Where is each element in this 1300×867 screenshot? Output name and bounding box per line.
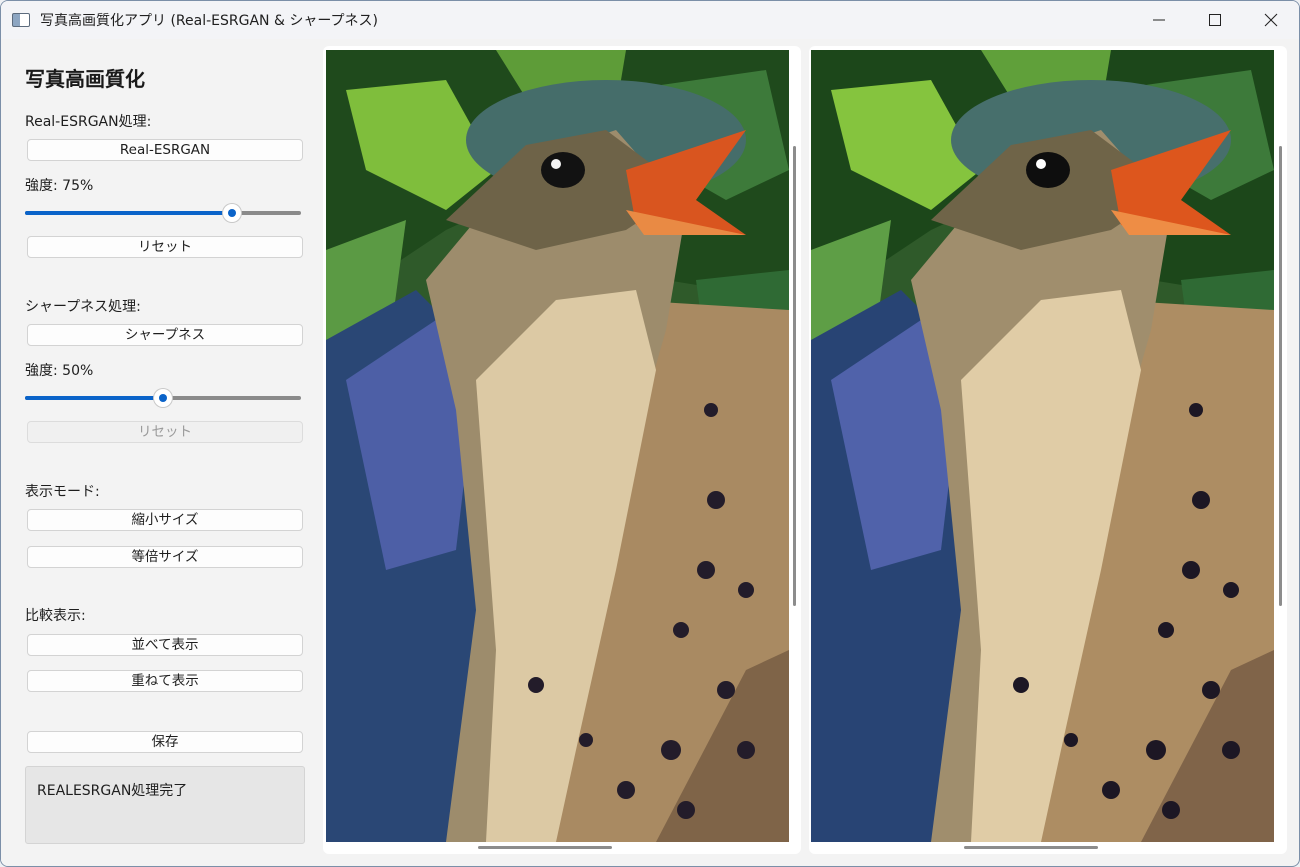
close-button[interactable]: [1243, 1, 1299, 39]
minimize-button[interactable]: [1131, 1, 1187, 39]
enhanced-photo: [811, 50, 1274, 842]
esrgan-section-label: Real-ESRGAN処理:: [25, 114, 152, 130]
enhanced-horizontal-scrollbar[interactable]: [964, 846, 1098, 849]
esrgan-strength-slider[interactable]: [25, 203, 301, 223]
sidebar-heading: 写真高画質化: [25, 67, 145, 91]
status-text: REALESRGAN処理完了: [37, 783, 188, 799]
app-icon: [12, 13, 30, 27]
sharpness-strength-label: 強度: 50%: [25, 363, 94, 379]
close-icon: [1264, 13, 1278, 27]
original-horizontal-scrollbar[interactable]: [478, 846, 612, 849]
esrgan-strength-label: 強度: 75%: [25, 178, 94, 194]
original-vertical-scrollbar[interactable]: [793, 146, 796, 606]
esrgan-slider-thumb[interactable]: [223, 204, 241, 222]
status-box: REALESRGAN処理完了: [25, 766, 305, 844]
compare-label: 比較表示:: [25, 608, 86, 624]
save-button[interactable]: 保存: [27, 731, 303, 753]
original-photo: [326, 50, 789, 842]
esrgan-reset-button[interactable]: リセット: [27, 236, 303, 258]
esrgan-button[interactable]: Real-ESRGAN: [27, 139, 303, 161]
display-mode-label: 表示モード:: [25, 484, 100, 500]
sharpness-strength-slider[interactable]: [25, 388, 301, 408]
actual-size-button[interactable]: 等倍サイズ: [27, 546, 303, 568]
maximize-icon: [1209, 14, 1221, 26]
side-by-side-button[interactable]: 並べて表示: [27, 634, 303, 656]
overlay-button[interactable]: 重ねて表示: [27, 670, 303, 692]
maximize-button[interactable]: [1187, 1, 1243, 39]
control-sidebar: 写真高画質化 Real-ESRGAN処理: Real-ESRGAN 強度: 75…: [1, 39, 317, 866]
enhanced-image-panel[interactable]: [809, 46, 1287, 854]
window-title: 写真高画質化アプリ (Real-ESRGAN & シャープネス): [40, 13, 378, 29]
sharpness-section-label: シャープネス処理:: [25, 299, 141, 315]
minimize-icon: [1153, 19, 1165, 21]
enhanced-vertical-scrollbar[interactable]: [1279, 146, 1282, 606]
original-image-panel[interactable]: [323, 46, 801, 854]
sharpness-reset-button[interactable]: リセット: [27, 421, 303, 443]
app-window: 写真高画質化アプリ (Real-ESRGAN & シャープネス) 写真高画質化 …: [0, 0, 1300, 867]
shrink-size-button[interactable]: 縮小サイズ: [27, 509, 303, 531]
title-bar[interactable]: 写真高画質化アプリ (Real-ESRGAN & シャープネス): [1, 1, 1299, 39]
sharpness-button[interactable]: シャープネス: [27, 324, 303, 346]
sharpness-slider-thumb[interactable]: [154, 389, 172, 407]
